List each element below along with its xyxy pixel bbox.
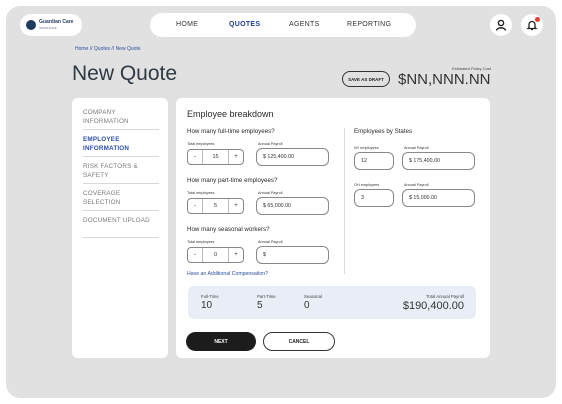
- parttime-total-label: Total employees: [187, 191, 215, 195]
- oh-payroll-label: Annual Payroll: [404, 183, 429, 187]
- increment-button[interactable]: +: [229, 252, 243, 258]
- decrement-button[interactable]: -: [188, 203, 202, 209]
- profile-button[interactable]: [490, 14, 512, 36]
- sidebar-item-risk-factors[interactable]: RISK FACTORS & SAFETY: [83, 163, 159, 180]
- sidebar-divider: [83, 183, 159, 184]
- steps-sidebar: COMPANY INFORMATION EMPLOYEE INFORMATION…: [72, 98, 168, 358]
- additional-compensation-link[interactable]: Have an Additional Compensation?: [187, 271, 268, 277]
- notification-badge: [535, 17, 540, 22]
- oh-employees-input[interactable]: 3: [354, 189, 394, 207]
- parttime-stepper: - 5 +: [187, 198, 244, 214]
- top-nav: HOME QUOTES AGENTS REPORTING: [150, 13, 416, 37]
- seasonal-question: How many seasonal workers?: [187, 226, 270, 233]
- decrement-button[interactable]: -: [188, 252, 202, 258]
- seasonal-payroll-label: Annual Payroll: [258, 240, 283, 244]
- cancel-button[interactable]: CANCEL: [263, 332, 335, 351]
- summary-fulltime-value: 10: [201, 300, 213, 311]
- next-button[interactable]: NEXT: [186, 332, 256, 351]
- nav-quotes[interactable]: QUOTES: [229, 21, 260, 28]
- parttime-payroll-input[interactable]: $ 65,000.00: [256, 197, 329, 215]
- seasonal-total-label: Total employees: [187, 240, 215, 244]
- column-divider: [344, 128, 345, 274]
- summary-parttime-label: Part-Time: [257, 294, 276, 299]
- sidebar-divider: [83, 129, 159, 130]
- brand-logo[interactable]: Guardian Care INSURANCE: [20, 14, 82, 36]
- parttime-question: How many part-time employees?: [187, 177, 278, 184]
- parttime-count[interactable]: 5: [202, 199, 229, 213]
- user-icon: [495, 19, 507, 31]
- section-title: Employee breakdown: [187, 109, 274, 119]
- estimated-cost-value: $NN,NNN.NN: [398, 71, 491, 88]
- oh-employees-label: OH employees: [354, 183, 380, 187]
- payroll-summary: Full-Time 10 Part-Time 5 Seasonal 0 Tota…: [188, 286, 476, 319]
- ny-employees-input[interactable]: 12: [354, 152, 394, 170]
- summary-seasonal-value: 0: [304, 300, 310, 311]
- nav-reporting[interactable]: REPORTING: [347, 21, 391, 28]
- parttime-payroll-label: Annual Payroll: [258, 191, 283, 195]
- sidebar-item-coverage-selection[interactable]: COVERAGE SELECTION: [83, 190, 159, 207]
- increment-button[interactable]: +: [229, 203, 243, 209]
- seasonal-payroll-input[interactable]: $: [256, 246, 329, 264]
- ny-payroll-input[interactable]: $ 175,400.00: [402, 152, 475, 170]
- notifications-button[interactable]: [521, 14, 543, 36]
- sidebar-item-company-information[interactable]: COMPANY INFORMATION: [83, 109, 159, 126]
- brand-tagline: INSURANCE: [39, 26, 57, 30]
- nav-home[interactable]: HOME: [176, 21, 198, 28]
- summary-total-value: $190,400.00: [402, 300, 464, 312]
- page-title: New Quote: [72, 62, 178, 85]
- shield-logo-icon: [26, 20, 36, 30]
- fulltime-stepper: - 15 +: [187, 149, 244, 165]
- seasonal-count[interactable]: 0: [202, 248, 229, 262]
- sidebar-divider: [83, 237, 159, 238]
- decrement-button[interactable]: -: [188, 154, 202, 160]
- seasonal-stepper: - 0 +: [187, 247, 244, 263]
- fulltime-payroll-label: Annual Payroll: [258, 142, 283, 146]
- states-title: Employees by States: [354, 128, 413, 135]
- sidebar-divider: [83, 156, 159, 157]
- oh-payroll-input[interactable]: $ 15,000.00: [402, 189, 475, 207]
- sidebar-item-employee-information[interactable]: EMPLOYEE INFORMATION: [83, 136, 159, 153]
- summary-total-label: Total Annual Payroll: [426, 294, 464, 299]
- fulltime-count[interactable]: 15: [202, 150, 229, 164]
- ny-payroll-label: Annual Payroll: [404, 146, 429, 150]
- ny-employees-label: NY employees: [354, 146, 379, 150]
- increment-button[interactable]: +: [229, 154, 243, 160]
- fulltime-payroll-input[interactable]: $ 125,400.00: [256, 148, 329, 166]
- save-draft-button[interactable]: SAVE AS DRAFT: [342, 71, 390, 87]
- summary-parttime-value: 5: [257, 300, 263, 311]
- fulltime-question: How many full-time employees?: [187, 128, 275, 135]
- sidebar-item-document-upload[interactable]: DOCUMENT UPLOAD: [83, 217, 159, 226]
- summary-seasonal-label: Seasonal: [304, 294, 322, 299]
- summary-fulltime-label: Full-Time: [201, 294, 219, 299]
- fulltime-total-label: Total employees: [187, 142, 215, 146]
- sidebar-divider: [83, 210, 159, 211]
- employee-form-card: Employee breakdown How many full-time em…: [176, 98, 490, 358]
- nav-agents[interactable]: AGENTS: [289, 21, 320, 28]
- breadcrumb[interactable]: Home // Quotes // New Quote: [75, 46, 141, 52]
